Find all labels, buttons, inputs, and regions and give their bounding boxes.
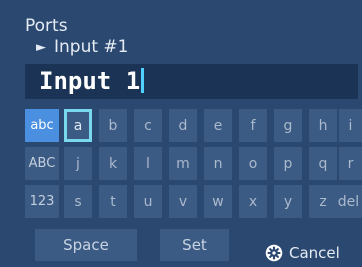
delete-key[interactable]: del [335,185,362,218]
key-y[interactable]: y [274,185,302,218]
text-entry-value: Input 1 [39,67,145,95]
key-e[interactable]: e [204,109,232,142]
key-f[interactable]: f [239,109,267,142]
key-s[interactable]: s [64,185,92,218]
key-w[interactable]: w [204,185,232,218]
mode-key-uppercase[interactable]: ABC [25,147,59,180]
text-entry-field[interactable]: Input 1 [25,64,358,99]
key-p[interactable]: p [274,147,302,180]
key-x[interactable]: x [239,185,267,218]
key-g[interactable]: g [274,109,302,142]
key-b[interactable]: b [99,109,127,142]
key-n[interactable]: n [204,147,232,180]
set-button[interactable]: Set [160,229,229,261]
text-cursor [141,68,145,93]
entry-text: Input 1 [39,67,141,95]
gear-icon [265,244,283,262]
key-a[interactable]: a [64,109,92,142]
space-button[interactable]: Space [35,229,137,261]
key-l[interactable]: l [134,147,162,180]
key-j[interactable]: j [64,147,92,180]
key-q[interactable]: q [309,147,337,180]
mode-key-numbers[interactable]: 123 [25,185,59,218]
cancel-label: Cancel [289,244,340,262]
key-z[interactable]: z [309,185,337,218]
play-arrow-icon: ► [36,39,46,55]
page-title: Ports [25,16,68,36]
key-v[interactable]: v [169,185,197,218]
key-i[interactable]: i [339,109,362,142]
breadcrumb: ► Input #1 [36,37,128,57]
cancel-button[interactable]: Cancel [265,244,340,262]
key-m[interactable]: m [169,147,197,180]
key-t[interactable]: t [99,185,127,218]
key-u[interactable]: u [134,185,162,218]
subtitle-label: Input #1 [54,37,129,57]
key-c[interactable]: c [134,109,162,142]
key-d[interactable]: d [169,109,197,142]
mode-key-lowercase[interactable]: abc [25,109,59,142]
key-k[interactable]: k [99,147,127,180]
key-r[interactable]: r [339,147,362,180]
key-o[interactable]: o [239,147,267,180]
key-h[interactable]: h [309,109,337,142]
